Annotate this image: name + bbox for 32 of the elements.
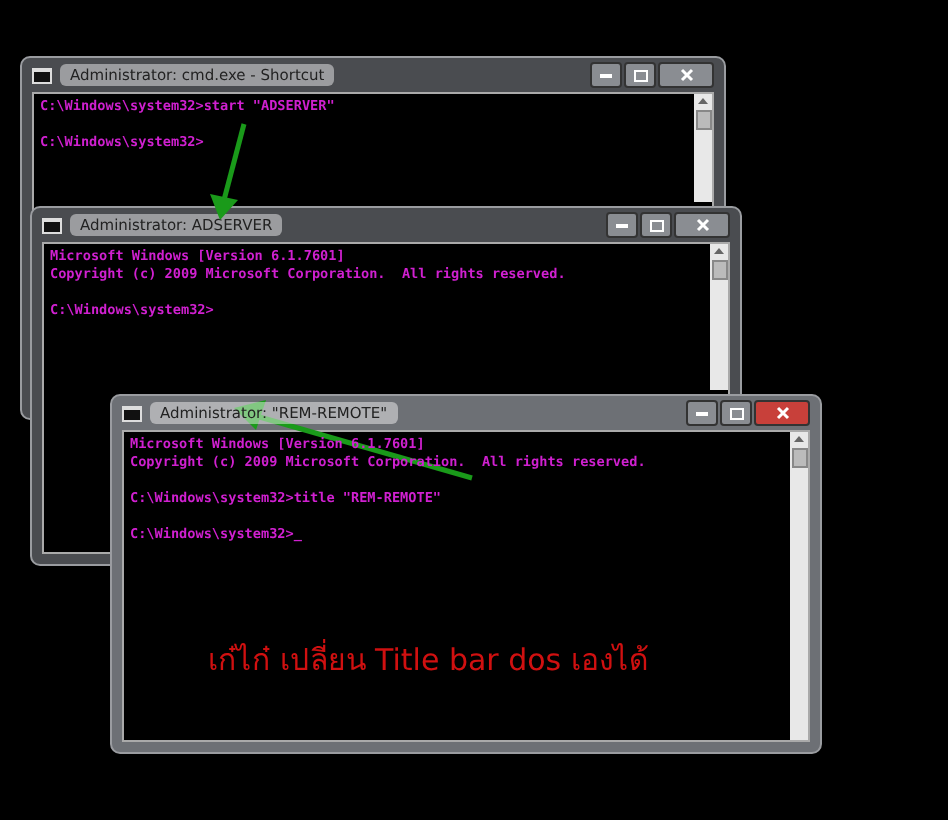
maximize-icon (633, 69, 647, 81)
minimize-icon (616, 223, 628, 227)
close-button[interactable] (754, 400, 810, 426)
scrollbar[interactable] (710, 244, 728, 390)
minimize-icon (600, 73, 612, 77)
scrollbar[interactable] (694, 94, 712, 202)
caption: เก๋ไก๋ เปลี่ยน Title bar dos เองได้ (208, 637, 649, 682)
console-icon (122, 405, 142, 421)
scroll-up-icon (714, 248, 724, 254)
minimize-icon (696, 411, 708, 415)
maximize-button[interactable] (640, 212, 672, 238)
scrollbar[interactable] (790, 432, 808, 740)
close-button[interactable] (658, 62, 714, 88)
console-icon (42, 217, 62, 233)
close-icon (775, 406, 789, 420)
close-icon (679, 68, 693, 82)
close-button[interactable] (674, 212, 730, 238)
maximize-icon (729, 407, 743, 419)
scroll-thumb[interactable] (695, 110, 711, 130)
minimize-button[interactable] (590, 62, 622, 88)
scroll-up-icon (794, 436, 804, 442)
maximize-icon (649, 219, 663, 231)
arrow (210, 123, 247, 220)
minimize-button[interactable] (686, 400, 718, 426)
scroll-up-icon (698, 98, 708, 104)
scroll-thumb[interactable] (711, 260, 727, 280)
scroll-thumb[interactable] (791, 448, 807, 468)
minimize-button[interactable] (606, 212, 638, 238)
close-icon (695, 218, 709, 232)
maximize-button[interactable] (624, 62, 656, 88)
console-icon (32, 67, 52, 83)
maximize-button[interactable] (720, 400, 752, 426)
